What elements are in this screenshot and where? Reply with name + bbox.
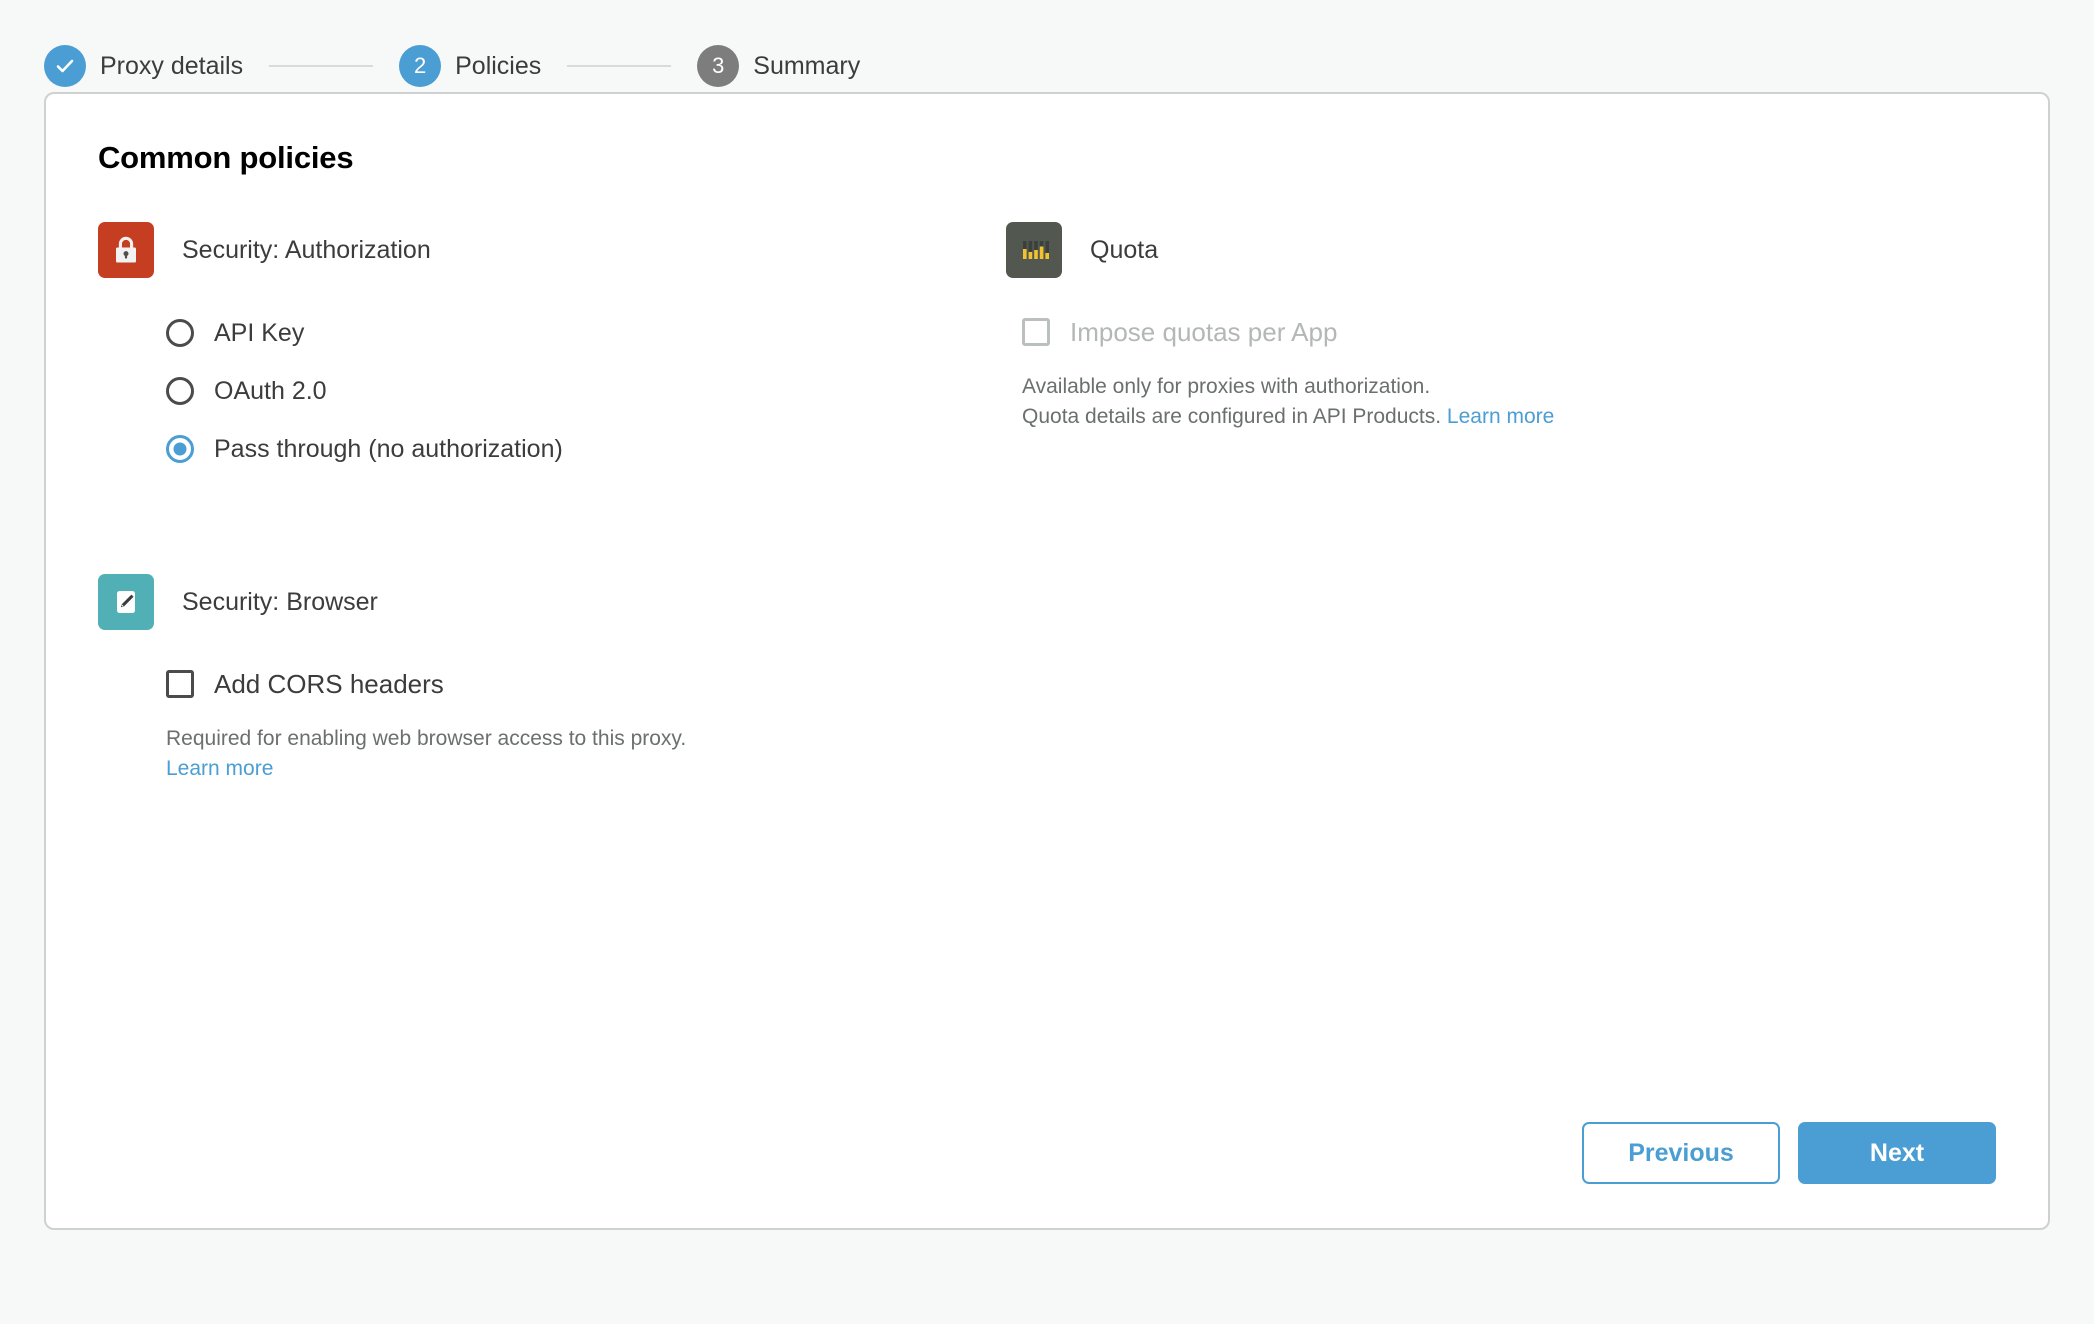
helper-text-security-browser: Required for enabling web browser access… xyxy=(98,724,1006,784)
radio-option-api-key[interactable]: API Key xyxy=(98,304,1006,362)
policy-header-security-browser: Security: Browser xyxy=(98,574,1006,630)
step-summary[interactable]: 3 Summary xyxy=(697,45,860,87)
policies-right-column: Quota Impose quotas per App Available on… xyxy=(1006,222,1996,880)
step-connector-2 xyxy=(567,65,672,67)
card-footer: Previous Next xyxy=(1582,1122,1996,1184)
checkbox-row-add-cors-headers[interactable]: Add CORS headers xyxy=(98,656,1006,712)
helper-line-quota-2: Quota details are configured in API Prod… xyxy=(1022,402,1996,432)
policy-header-quota: Quota xyxy=(1006,222,1996,278)
common-policies-card: Common policies Security: Authorization xyxy=(44,92,2050,1230)
radio-label-oauth2: OAuth 2.0 xyxy=(214,376,327,405)
quota-bars-icon xyxy=(1006,222,1062,278)
helper-line-quota-2-text: Quota details are configured in API Prod… xyxy=(1022,405,1442,428)
learn-more-link-cors[interactable]: Learn more xyxy=(166,754,1006,784)
step-policies[interactable]: 2 Policies xyxy=(399,45,541,87)
policy-header-security-authorization: Security: Authorization xyxy=(98,222,1006,278)
step-label-summary: Summary xyxy=(753,51,861,80)
helper-text-quota: Available only for proxies with authoriz… xyxy=(1006,372,1996,432)
page-title: Common policies xyxy=(98,140,354,175)
policy-name-security-browser: Security: Browser xyxy=(182,587,378,616)
step-connector-1 xyxy=(269,65,374,67)
step-label-policies: Policies xyxy=(455,51,542,80)
radio-api-key[interactable] xyxy=(166,319,194,347)
pencil-icon xyxy=(98,574,154,630)
radio-oauth2[interactable] xyxy=(166,377,194,405)
policy-security-authorization: Security: Authorization API Key OAuth 2.… xyxy=(98,222,1006,478)
radio-label-pass-through: Pass through (no authorization) xyxy=(214,434,563,463)
check-icon xyxy=(53,54,77,78)
checkbox-row-impose-quotas[interactable]: Impose quotas per App xyxy=(1006,304,1996,360)
checkbox-add-cors-headers[interactable] xyxy=(166,670,194,698)
step-badge-proxy-details xyxy=(44,45,86,87)
step-badge-policies: 2 xyxy=(399,45,442,87)
lock-icon xyxy=(98,222,154,278)
next-button[interactable]: Next xyxy=(1798,1122,1996,1184)
policy-name-quota: Quota xyxy=(1090,235,1159,264)
previous-button[interactable]: Previous xyxy=(1582,1122,1780,1184)
radio-pass-through[interactable] xyxy=(166,435,194,463)
wizard-stepper: Proxy details 2 Policies 3 Summary xyxy=(0,0,2094,92)
helper-line-cors: Required for enabling web browser access… xyxy=(166,727,687,750)
radio-label-api-key: API Key xyxy=(214,318,305,347)
step-badge-summary: 3 xyxy=(697,45,740,87)
policy-quota: Quota Impose quotas per App Available on… xyxy=(1006,222,1996,432)
policy-name-security-authorization: Security: Authorization xyxy=(182,235,431,264)
helper-line-quota-1: Available only for proxies with authoriz… xyxy=(1022,375,1431,398)
step-proxy-details[interactable]: Proxy details xyxy=(44,45,243,87)
checkbox-impose-quotas[interactable] xyxy=(1022,318,1050,346)
radio-option-oauth2[interactable]: OAuth 2.0 xyxy=(98,362,1006,420)
policy-security-browser: Security: Browser Add CORS headers Requi… xyxy=(98,574,1006,784)
radio-option-pass-through[interactable]: Pass through (no authorization) xyxy=(98,420,1006,478)
checkbox-label-add-cors-headers: Add CORS headers xyxy=(214,668,444,699)
step-label-proxy-details: Proxy details xyxy=(100,51,244,80)
learn-more-link-quota[interactable]: Learn more xyxy=(1447,405,1554,428)
checkbox-label-impose-quotas: Impose quotas per App xyxy=(1070,316,1338,347)
policies-left-column: Security: Authorization API Key OAuth 2.… xyxy=(98,222,1006,880)
policies-columns: Security: Authorization API Key OAuth 2.… xyxy=(98,222,1996,880)
